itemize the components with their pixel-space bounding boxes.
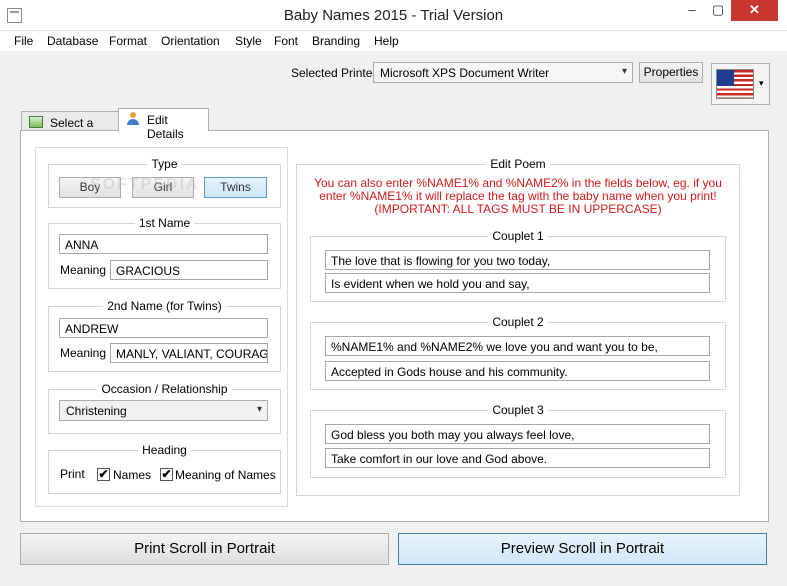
heading-legend: Heading	[138, 443, 191, 457]
names-checkbox[interactable]: ✔	[97, 468, 110, 481]
menu-file[interactable]: File	[14, 34, 33, 48]
style-icon	[29, 116, 43, 128]
menu-format[interactable]: Format	[109, 34, 147, 48]
couplet-1-line-2[interactable]: Is evident when we hold you and say,	[325, 273, 710, 293]
couplet-1-line-1[interactable]: The love that is flowing for you two tod…	[325, 250, 710, 270]
couplet-2-legend: Couplet 2	[488, 315, 548, 329]
first-meaning-input[interactable]: GRACIOUS	[110, 260, 268, 280]
close-button[interactable]: ✕	[731, 0, 778, 21]
second-name-legend: 2nd Name (for Twins)	[103, 299, 226, 313]
first-meaning-label: Meaning	[60, 263, 107, 277]
second-meaning-label: Meaning	[60, 346, 107, 360]
menu-orientation[interactable]: Orientation	[161, 34, 220, 48]
menu-branding[interactable]: Branding	[312, 34, 360, 48]
tab-edit-details-label: Edit Details	[147, 113, 184, 141]
menu-help[interactable]: Help	[374, 34, 399, 48]
menu-style[interactable]: Style	[235, 34, 262, 48]
menu-database[interactable]: Database	[47, 34, 98, 48]
first-name-legend: 1st Name	[134, 216, 195, 230]
couplet-1-legend: Couplet 1	[488, 229, 548, 243]
type-legend: Type	[147, 157, 182, 171]
meaning-of-names-label: Meaning of Names	[175, 468, 276, 482]
meaning-of-names-checkbox[interactable]: ✔	[160, 468, 173, 481]
tag-instructions: You can also enter %NAME1% and %NAME2% i…	[314, 176, 722, 216]
user-icon	[127, 112, 139, 125]
couplet-2-line-1[interactable]: %NAME1% and %NAME2% we love you and want…	[325, 336, 710, 356]
occasion-select-value: Christening	[66, 404, 127, 418]
minimize-button[interactable]: –	[679, 0, 705, 21]
chevron-down-icon: ▾	[621, 66, 627, 77]
flag-dropdown-icon: ▾	[759, 78, 764, 88]
couplet-3-line-2[interactable]: Take comfort in our love and God above.	[325, 448, 710, 468]
type-twins-button[interactable]: Twins	[204, 177, 267, 198]
title-bar: Baby Names 2015 - Trial Version – ▢ ✕	[0, 0, 787, 31]
occasion-legend: Occasion / Relationship	[97, 382, 232, 396]
printer-select-value: Microsoft XPS Document Writer	[380, 66, 550, 80]
names-checkbox-label: Names	[113, 468, 152, 482]
language-flag-button[interactable]: ▾	[711, 63, 770, 105]
first-name-input[interactable]: ANNA	[59, 234, 268, 254]
us-flag-icon	[716, 69, 754, 99]
edit-poem-legend: Edit Poem	[486, 157, 550, 171]
printer-select[interactable]: Microsoft XPS Document Writer ▾	[373, 62, 633, 83]
couplet-2-line-2[interactable]: Accepted in Gods house and his community…	[325, 361, 710, 381]
print-label: Print	[60, 467, 85, 481]
second-name-input[interactable]: ANDREW	[59, 318, 268, 338]
occasion-select[interactable]: Christening ▾	[59, 400, 268, 421]
selected-printer-label: Selected Printer	[291, 66, 377, 80]
maximize-button[interactable]: ▢	[705, 0, 731, 21]
tab-edit-details[interactable]: Edit Details	[118, 108, 209, 141]
preview-scroll-button[interactable]: Preview Scroll in Portrait	[398, 533, 767, 565]
print-scroll-button[interactable]: Print Scroll in Portrait	[20, 533, 389, 565]
chevron-down-icon: ▾	[256, 404, 262, 415]
properties-button[interactable]: Properties	[639, 62, 703, 83]
couplet-3-line-1[interactable]: God bless you both may you always feel l…	[325, 424, 710, 444]
couplet-3-legend: Couplet 3	[488, 403, 548, 417]
softpedia-watermark: SOFTPEDIA	[90, 176, 200, 193]
window-title: Baby Names 2015 - Trial Version	[283, 7, 504, 24]
menu-font[interactable]: Font	[274, 34, 298, 48]
menu-bar: File Database Format Orientation Style F…	[0, 31, 787, 51]
second-meaning-input[interactable]: MANLY, VALIANT, COURAGEOUS	[110, 343, 268, 363]
